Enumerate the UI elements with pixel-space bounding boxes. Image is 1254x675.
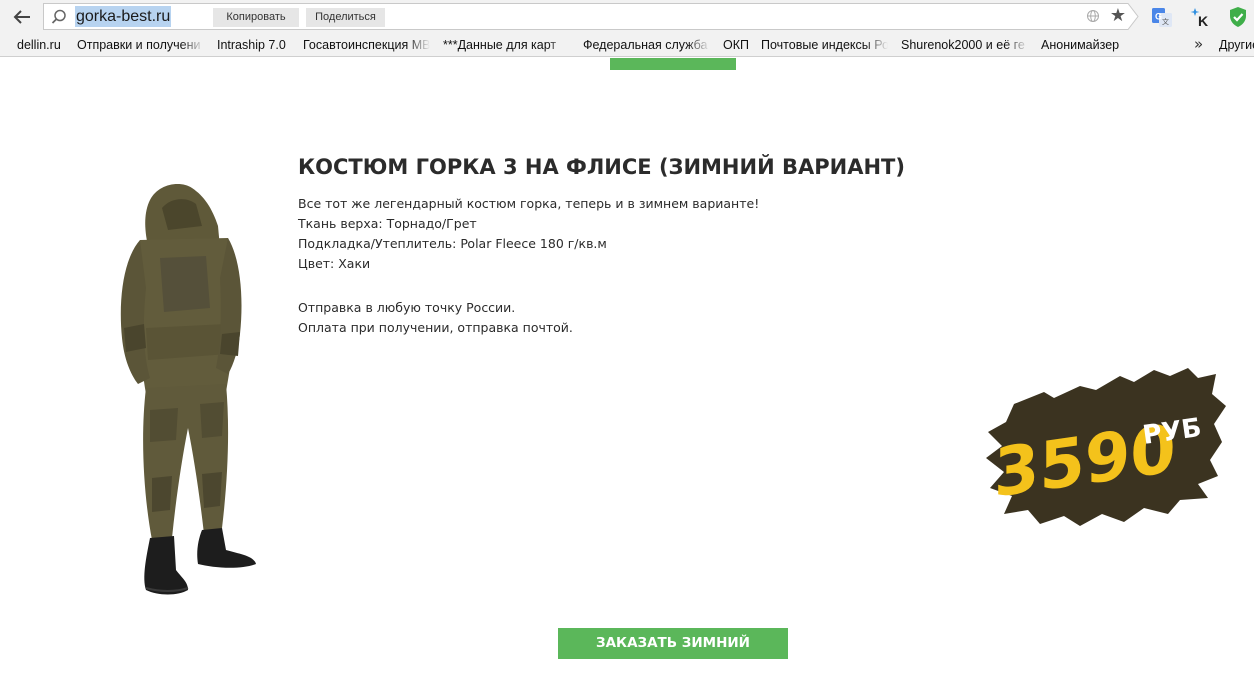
product-description: Все тот же легендарный костюм горка, теп… — [298, 194, 759, 338]
other-bookmarks-folder[interactable]: Другие — [1219, 37, 1254, 54]
globe-icon[interactable] — [1086, 9, 1100, 23]
translate-icon[interactable]: G 文 — [1150, 5, 1174, 29]
k-extension-icon[interactable]: K — [1189, 5, 1213, 29]
price-badge: 3590 РУБ — [986, 368, 1226, 526]
order-winter-button[interactable]: ЗАКАЗАТЬ ЗИМНИЙ ВАРИАНТ — [558, 628, 788, 675]
svg-text:文: 文 — [1162, 17, 1169, 26]
gorka-suit-image — [120, 184, 256, 595]
bookmark-item[interactable]: Intraship 7.0 — [217, 37, 293, 54]
color-line: Цвет: Хаки — [298, 256, 371, 271]
bookmark-item[interactable]: Почтовые индексы Ро — [761, 37, 888, 54]
browser-toolbar: gorka-best.ru Копировать Поделиться ★ G … — [0, 0, 1254, 34]
address-bar[interactable] — [43, 3, 1128, 30]
bookmark-item[interactable]: Анонимайзер — [1041, 37, 1125, 54]
bookmark-item[interactable]: Отправки и получени — [77, 37, 204, 54]
url-text[interactable]: gorka-best.ru — [75, 6, 172, 27]
bookmark-item[interactable]: Федеральная служба — [583, 37, 710, 54]
shipping-line: Отправка в любую точку России. — [298, 300, 516, 315]
bookmarks-overflow-chevron[interactable]: » — [1194, 35, 1203, 53]
bookmark-item[interactable]: Shurenok2000 и её ге — [901, 37, 1028, 54]
previous-order-button[interactable] — [610, 58, 736, 70]
back-icon — [13, 10, 30, 24]
copy-url-button[interactable]: Копировать — [213, 8, 299, 27]
bookmark-item[interactable]: ***Данные для карт — [443, 37, 570, 54]
bookmarks-bar: dellin.ru Отправки и получени Intraship … — [0, 34, 1254, 57]
svg-text:K: K — [1198, 13, 1208, 29]
shield-icon[interactable] — [1226, 5, 1250, 29]
bookmark-item[interactable]: Госавтоинспекция МВ — [303, 37, 430, 54]
svg-text:G: G — [1155, 12, 1162, 22]
lining-line: Подкладка/Утеплитель: Polar Fleece 180 г… — [298, 236, 607, 251]
product-title: КОСТЮМ ГОРКА 3 НА ФЛИСЕ (ЗИМНИЙ ВАРИАНТ) — [298, 155, 905, 179]
bookmark-star-icon[interactable]: ★ — [1108, 6, 1128, 26]
search-icon — [51, 9, 66, 24]
share-button[interactable]: Поделиться — [306, 8, 385, 27]
bookmark-item[interactable]: dellin.ru — [17, 37, 67, 54]
bookmark-item[interactable]: ОКП — [723, 37, 751, 54]
description-line: Все тот же легендарный костюм горка, теп… — [298, 196, 760, 211]
fabric-line: Ткань верха: Торнадо/Грет — [298, 216, 477, 231]
payment-line: Оплата при получении, отправка почтой. — [298, 320, 573, 335]
back-button[interactable] — [8, 5, 36, 29]
